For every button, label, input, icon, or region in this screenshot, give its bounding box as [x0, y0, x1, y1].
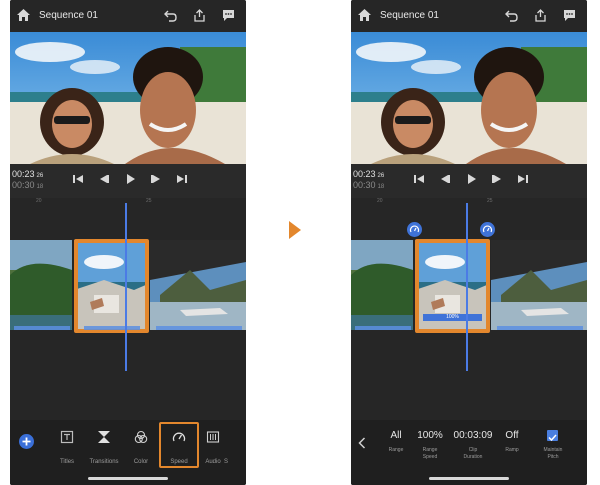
share-icon[interactable]: [193, 9, 206, 22]
play-icon[interactable]: [124, 174, 136, 184]
add-button[interactable]: [19, 434, 34, 449]
skip-to-start-icon[interactable]: [413, 174, 425, 184]
clip-bar: [84, 326, 140, 330]
tool-transitions[interactable]: Transitions: [86, 430, 122, 465]
clip-bar: [355, 326, 411, 330]
playback-controls: 00:23 26 00:30 18: [10, 164, 246, 198]
skip-to-end-icon[interactable]: [176, 174, 188, 184]
total-time: 00:30 18: [353, 180, 385, 190]
clip-bar: [156, 326, 242, 330]
range-start-handle[interactable]: [407, 222, 422, 237]
undo-icon[interactable]: [164, 9, 177, 22]
play-icon[interactable]: [465, 174, 477, 184]
timeline[interactable]: 20 25: [10, 198, 246, 420]
ruler-mark: 25: [487, 198, 493, 204]
sequence-title: Sequence 01: [39, 10, 98, 21]
next-frame-icon[interactable]: [150, 174, 162, 184]
ruler-mark: 20: [377, 198, 383, 204]
comment-icon[interactable]: [563, 9, 576, 22]
timeline-clip[interactable]: [491, 240, 587, 330]
ruler-mark: 25: [146, 198, 152, 204]
home-indicator: [88, 477, 168, 480]
playback-controls: 00:23 26 00:30 18: [351, 164, 587, 198]
timeline-clip[interactable]: [10, 240, 72, 330]
bottom-toolbar: Titles Transitions Color Speed Audio S: [10, 420, 246, 485]
share-icon[interactable]: [534, 9, 547, 22]
home-indicator: [429, 477, 509, 480]
playhead[interactable]: [466, 203, 468, 371]
skip-to-end-icon[interactable]: [517, 174, 529, 184]
clip-bar: [14, 326, 70, 330]
ruler-mark: 20: [36, 198, 42, 204]
add-icon: [22, 437, 31, 446]
comment-icon[interactable]: [222, 9, 235, 22]
previous-frame-icon[interactable]: [439, 174, 451, 184]
range-end-handle[interactable]: [480, 222, 495, 237]
speedometer-icon: [172, 432, 186, 442]
tool-color[interactable]: Color: [123, 430, 159, 465]
editor-screen-right: Sequence 01 00:23 26 00:30 18 20 25 100%…: [351, 0, 587, 485]
speed-panel: All Range 100% Range Speed 00:03:09 Clip D…: [351, 420, 587, 485]
speedometer-icon: [482, 225, 493, 233]
transitions-icon: [98, 431, 110, 443]
video-preview[interactable]: [351, 32, 587, 164]
color-icon: [134, 430, 148, 444]
current-time: 00:23 26: [12, 169, 44, 179]
timeline-clip[interactable]: [351, 240, 413, 330]
titles-icon: [60, 430, 74, 444]
playhead[interactable]: [125, 203, 127, 371]
audio-mixer-icon: [206, 431, 220, 443]
top-bar: Sequence 01: [351, 0, 587, 32]
speedometer-icon: [409, 225, 420, 233]
chevron-left-icon[interactable]: [358, 437, 366, 449]
total-time: 00:30 18: [12, 180, 44, 190]
editor-screen-left: Sequence 01 00:23 26 00:30 18 20 25 Titl…: [10, 0, 246, 485]
tool-titles[interactable]: Titles: [49, 430, 85, 465]
skip-to-start-icon[interactable]: [72, 174, 84, 184]
current-time: 00:23 26: [353, 169, 385, 179]
previous-frame-icon[interactable]: [98, 174, 110, 184]
sequence-title: Sequence 01: [380, 10, 439, 21]
timeline[interactable]: 20 25: [351, 198, 587, 420]
home-icon[interactable]: [17, 9, 30, 21]
maintain-pitch-checkbox[interactable]: [547, 430, 558, 442]
tool-speed[interactable]: Speed: [161, 430, 197, 465]
clip-bar: [497, 326, 583, 330]
home-icon[interactable]: [358, 9, 371, 21]
video-preview[interactable]: [10, 32, 246, 164]
selected-clip-frame[interactable]: [74, 239, 149, 333]
checkmark-icon: [548, 434, 557, 442]
arrow-right-icon: [289, 221, 301, 239]
undo-icon[interactable]: [505, 9, 518, 22]
timeline-clip[interactable]: [150, 240, 246, 330]
tool-partial[interactable]: S: [224, 430, 246, 465]
top-bar: Sequence 01: [10, 0, 246, 32]
speed-range-badge: 100%: [423, 314, 482, 321]
next-frame-icon[interactable]: [491, 174, 503, 184]
